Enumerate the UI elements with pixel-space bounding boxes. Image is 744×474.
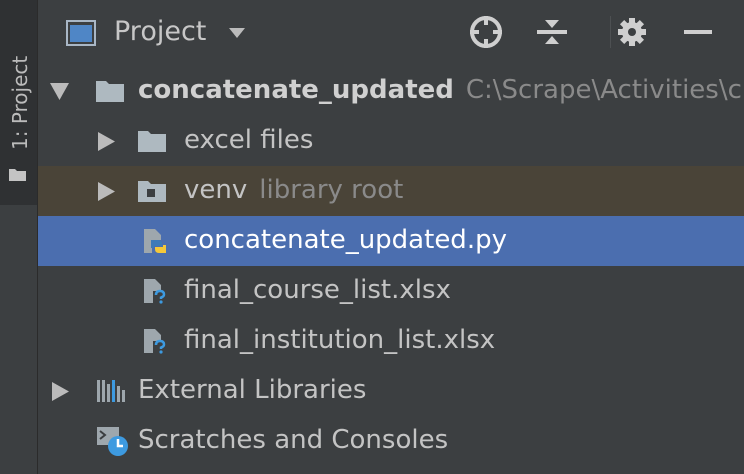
view-selector[interactable]: Project bbox=[114, 16, 206, 47]
toolbar-separator bbox=[610, 16, 611, 48]
library-folder-icon bbox=[138, 181, 166, 202]
chevron-right-icon[interactable] bbox=[98, 132, 115, 151]
tree-item-label: excel files bbox=[184, 125, 314, 155]
folder-icon bbox=[138, 131, 166, 152]
tree-item-final-course-list[interactable]: final_course_list.xlsx bbox=[38, 266, 744, 316]
project-view-icon bbox=[66, 20, 96, 46]
tree-item-project-root[interactable]: concatenate_updated C:\Scrape\Activities\… bbox=[38, 66, 744, 116]
locate-icon[interactable] bbox=[468, 14, 504, 50]
chevron-right-icon[interactable] bbox=[98, 182, 115, 201]
folder-icon bbox=[96, 81, 124, 102]
tool-window-strip: 1: Project bbox=[0, 0, 38, 474]
panel-header: Project bbox=[38, 0, 744, 62]
tree-item-scratches-and-consoles[interactable]: Scratches and Consoles bbox=[38, 416, 744, 466]
minimize-icon[interactable] bbox=[680, 14, 716, 50]
project-tool-tab[interactable]: 1: Project bbox=[0, 0, 37, 205]
libraries-icon bbox=[97, 380, 125, 402]
folder-icon bbox=[9, 169, 26, 181]
project-tool-tab-label: 1: Project bbox=[8, 55, 32, 150]
collapse-all-icon[interactable] bbox=[534, 14, 570, 50]
tree-item-concatenate-py[interactable]: concatenate_updated.py bbox=[38, 216, 744, 266]
tree-item-final-institution-list[interactable]: final_institution_list.xlsx bbox=[38, 316, 744, 366]
chevron-right-icon[interactable] bbox=[52, 382, 69, 401]
unknown-file-icon bbox=[144, 279, 166, 304]
python-file-icon bbox=[144, 229, 166, 253]
tree-item-label: concatenate_updated C:\Scrape\Activities\… bbox=[138, 75, 742, 105]
gear-icon[interactable] bbox=[614, 14, 650, 50]
tree-item-venv[interactable]: venv library root bbox=[38, 166, 744, 216]
tree-item-label: concatenate_updated.py bbox=[184, 225, 507, 255]
tree-item-external-libraries[interactable]: External Libraries bbox=[38, 366, 744, 416]
tree-item-label: Scratches and Consoles bbox=[138, 425, 449, 455]
tree-item-label: final_course_list.xlsx bbox=[184, 275, 451, 305]
tree-item-excel-files[interactable]: excel files bbox=[38, 116, 744, 166]
chevron-down-icon[interactable] bbox=[50, 83, 69, 100]
tree-item-label: final_institution_list.xlsx bbox=[184, 325, 496, 355]
scratches-icon bbox=[97, 427, 128, 456]
tree-item-label: External Libraries bbox=[138, 375, 367, 405]
tree-item-label: venv library root bbox=[184, 175, 404, 205]
project-panel: Project concatenate_updated C:\Scrape\Ac… bbox=[38, 0, 744, 474]
chevron-down-icon[interactable] bbox=[229, 28, 245, 39]
unknown-file-icon bbox=[144, 329, 166, 354]
